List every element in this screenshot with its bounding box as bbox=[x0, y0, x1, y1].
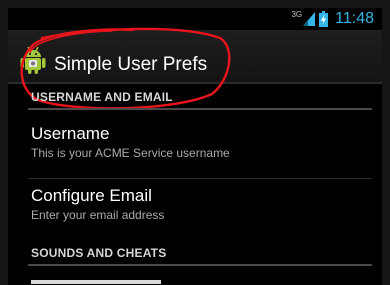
app-title: Simple User Prefs bbox=[54, 54, 208, 75]
pref-title: Username bbox=[31, 124, 110, 143]
action-bar: Simple User Prefs bbox=[8, 30, 382, 84]
status-icons: 3G 11:48 bbox=[291, 10, 374, 28]
category-header-username-email: USERNAME AND EMAIL bbox=[31, 90, 173, 104]
category-divider bbox=[28, 264, 372, 266]
android-robot-icon[interactable] bbox=[20, 46, 46, 74]
pref-next-partial[interactable] bbox=[8, 280, 382, 285]
phone-screen: 3G 11:48 Simple User Prefs USERNAME AND … bbox=[8, 8, 382, 285]
pref-summary: This is your ACME Service username bbox=[31, 146, 230, 160]
pref-title: Configure Email bbox=[31, 186, 152, 205]
category-divider bbox=[28, 108, 372, 110]
pref-title-partial bbox=[31, 280, 161, 284]
pref-summary: Enter your email address bbox=[31, 208, 165, 222]
signal-strength-icon bbox=[303, 12, 316, 26]
device-frame: 3G 11:48 Simple User Prefs USERNAME AND … bbox=[0, 0, 390, 285]
category-header-sounds-cheats: SOUNDS AND CHEATS bbox=[31, 246, 167, 260]
network-type-label: 3G bbox=[291, 9, 303, 19]
battery-charging-icon bbox=[319, 11, 329, 27]
clock-time: 11:48 bbox=[335, 10, 374, 27]
item-divider bbox=[28, 178, 372, 179]
pref-username[interactable]: Username This is your ACME Service usern… bbox=[8, 124, 382, 170]
pref-configure-email[interactable]: Configure Email Enter your email address bbox=[8, 186, 382, 232]
status-bar: 3G 11:48 bbox=[8, 8, 382, 30]
